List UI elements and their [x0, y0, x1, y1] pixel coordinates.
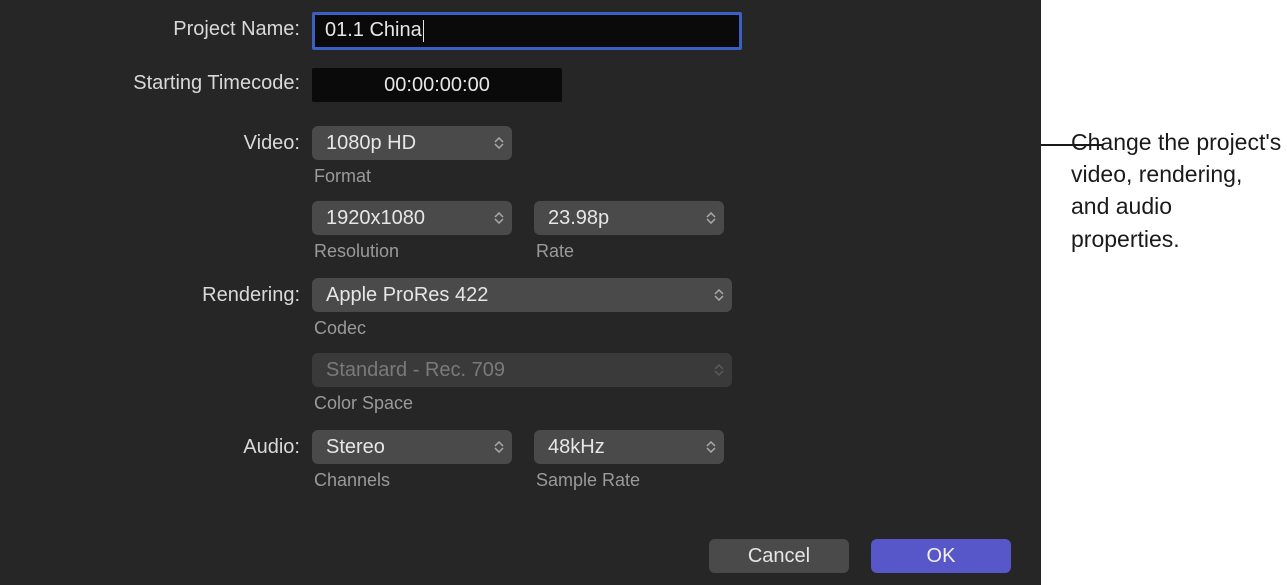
chevron-updown-icon [494, 441, 504, 453]
chevron-updown-icon [714, 289, 724, 301]
chevron-updown-icon [714, 364, 724, 376]
rendering-colorspace-sublabel: Color Space [312, 393, 732, 414]
cancel-button[interactable]: Cancel [709, 539, 849, 573]
project-name-input[interactable]: 01.1 China [312, 12, 742, 50]
audio-samplerate-value: 48kHz [548, 436, 605, 459]
video-rate-sublabel: Rate [534, 241, 724, 262]
audio-samplerate-select[interactable]: 48kHz [534, 430, 724, 464]
project-settings-panel: Project Name: 01.1 China Starting Timeco… [0, 0, 1041, 585]
starting-timecode-value: 00:00:00:00 [384, 74, 490, 97]
video-resolution-value: 1920x1080 [326, 207, 425, 230]
rendering-row: Rendering: Apple ProRes 422 Codec [0, 278, 1041, 420]
audio-row: Audio: Stereo Channels 48kHz [0, 430, 1041, 497]
video-rate-value: 23.98p [548, 207, 609, 230]
audio-samplerate-sublabel: Sample Rate [534, 470, 724, 491]
video-rate-select[interactable]: 23.98p [534, 201, 724, 235]
project-name-row: Project Name: 01.1 China [0, 12, 1041, 50]
rendering-label: Rendering: [0, 278, 312, 307]
video-format-select[interactable]: 1080p HD [312, 126, 512, 160]
rendering-colorspace-value: Standard - Rec. 709 [326, 359, 505, 382]
audio-channels-sublabel: Channels [312, 470, 512, 491]
video-row: Video: 1080p HD Format [0, 126, 1041, 268]
rendering-colorspace-select: Standard - Rec. 709 [312, 353, 732, 387]
rendering-codec-value: Apple ProRes 422 [326, 284, 488, 307]
video-resolution-select[interactable]: 1920x1080 [312, 201, 512, 235]
video-label: Video: [0, 126, 312, 155]
project-name-value: 01.1 China [325, 19, 422, 41]
callout-text: Change the project's video, rendering, a… [1071, 126, 1287, 255]
chevron-updown-icon [706, 212, 716, 224]
starting-timecode-label: Starting Timecode: [0, 66, 312, 95]
project-name-label: Project Name: [0, 12, 312, 41]
ok-button[interactable]: OK [871, 539, 1011, 573]
annotation-area: Change the project's video, rendering, a… [1041, 0, 1287, 585]
chevron-updown-icon [706, 441, 716, 453]
video-format-sublabel: Format [312, 166, 512, 187]
chevron-updown-icon [494, 212, 504, 224]
audio-channels-value: Stereo [326, 436, 385, 459]
audio-label: Audio: [0, 430, 312, 459]
starting-timecode-row: Starting Timecode: 00:00:00:00 [0, 66, 1041, 102]
rendering-codec-sublabel: Codec [312, 318, 732, 339]
dialog-button-row: Cancel OK [709, 539, 1011, 573]
rendering-codec-select[interactable]: Apple ProRes 422 [312, 278, 732, 312]
audio-channels-select[interactable]: Stereo [312, 430, 512, 464]
text-cursor [423, 20, 424, 42]
video-resolution-sublabel: Resolution [312, 241, 512, 262]
chevron-updown-icon [494, 137, 504, 149]
starting-timecode-input[interactable]: 00:00:00:00 [312, 68, 562, 102]
video-format-value: 1080p HD [326, 132, 416, 155]
